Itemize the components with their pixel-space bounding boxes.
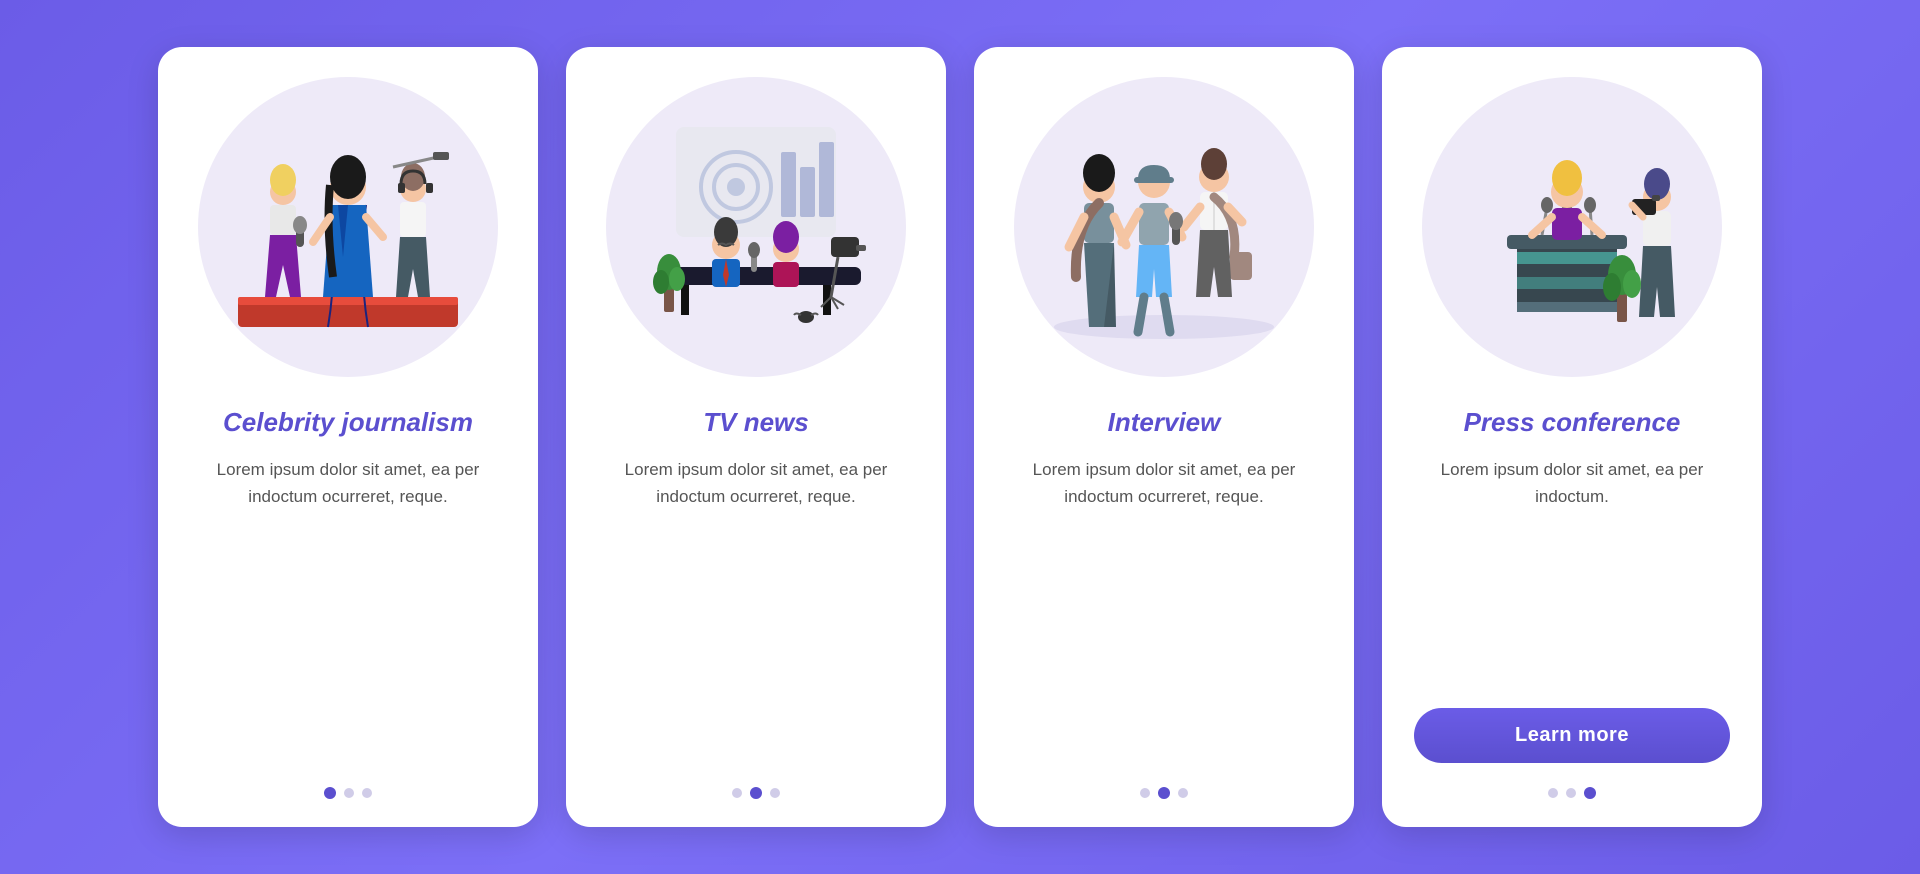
dot-1 — [732, 788, 742, 798]
card-title-interview: Interview — [1108, 407, 1221, 438]
dot-2 — [750, 787, 762, 799]
dots-tvnews — [732, 787, 780, 799]
learn-more-button[interactable]: Learn more — [1414, 708, 1730, 763]
illustration-pressconf — [1422, 77, 1722, 377]
dot-1 — [324, 787, 336, 799]
cards-container: Celebrity journalism Lorem ipsum dolor s… — [98, 7, 1822, 867]
illustration-tvnews — [606, 77, 906, 377]
card-title-pressconf: Press conference — [1464, 407, 1681, 438]
dot-3 — [1178, 788, 1188, 798]
card-tv-news: TV news Lorem ipsum dolor sit amet, ea p… — [566, 47, 946, 827]
dots-celebrity — [324, 787, 372, 799]
dots-interview — [1140, 787, 1188, 799]
card-title-tvnews: TV news — [703, 407, 808, 438]
dot-1 — [1548, 788, 1558, 798]
dot-3 — [362, 788, 372, 798]
dot-1 — [1140, 788, 1150, 798]
dot-3 — [770, 788, 780, 798]
dot-2 — [1158, 787, 1170, 799]
card-text-interview: Lorem ipsum dolor sit amet, ea per indoc… — [1006, 456, 1322, 763]
dot-2 — [344, 788, 354, 798]
dot-2 — [1566, 788, 1576, 798]
card-press-conference: Press conference Lorem ipsum dolor sit a… — [1382, 47, 1762, 827]
dots-pressconf — [1548, 787, 1596, 799]
card-text-tvnews: Lorem ipsum dolor sit amet, ea per indoc… — [598, 456, 914, 763]
dot-3 — [1584, 787, 1596, 799]
card-text-pressconf: Lorem ipsum dolor sit amet, ea per indoc… — [1414, 456, 1730, 688]
card-celebrity-journalism: Celebrity journalism Lorem ipsum dolor s… — [158, 47, 538, 827]
card-interview: Interview Lorem ipsum dolor sit amet, ea… — [974, 47, 1354, 827]
illustration-celebrity — [198, 77, 498, 377]
illustration-interview — [1014, 77, 1314, 377]
card-title-celebrity: Celebrity journalism — [223, 407, 473, 438]
card-text-celebrity: Lorem ipsum dolor sit amet, ea per indoc… — [190, 456, 506, 763]
